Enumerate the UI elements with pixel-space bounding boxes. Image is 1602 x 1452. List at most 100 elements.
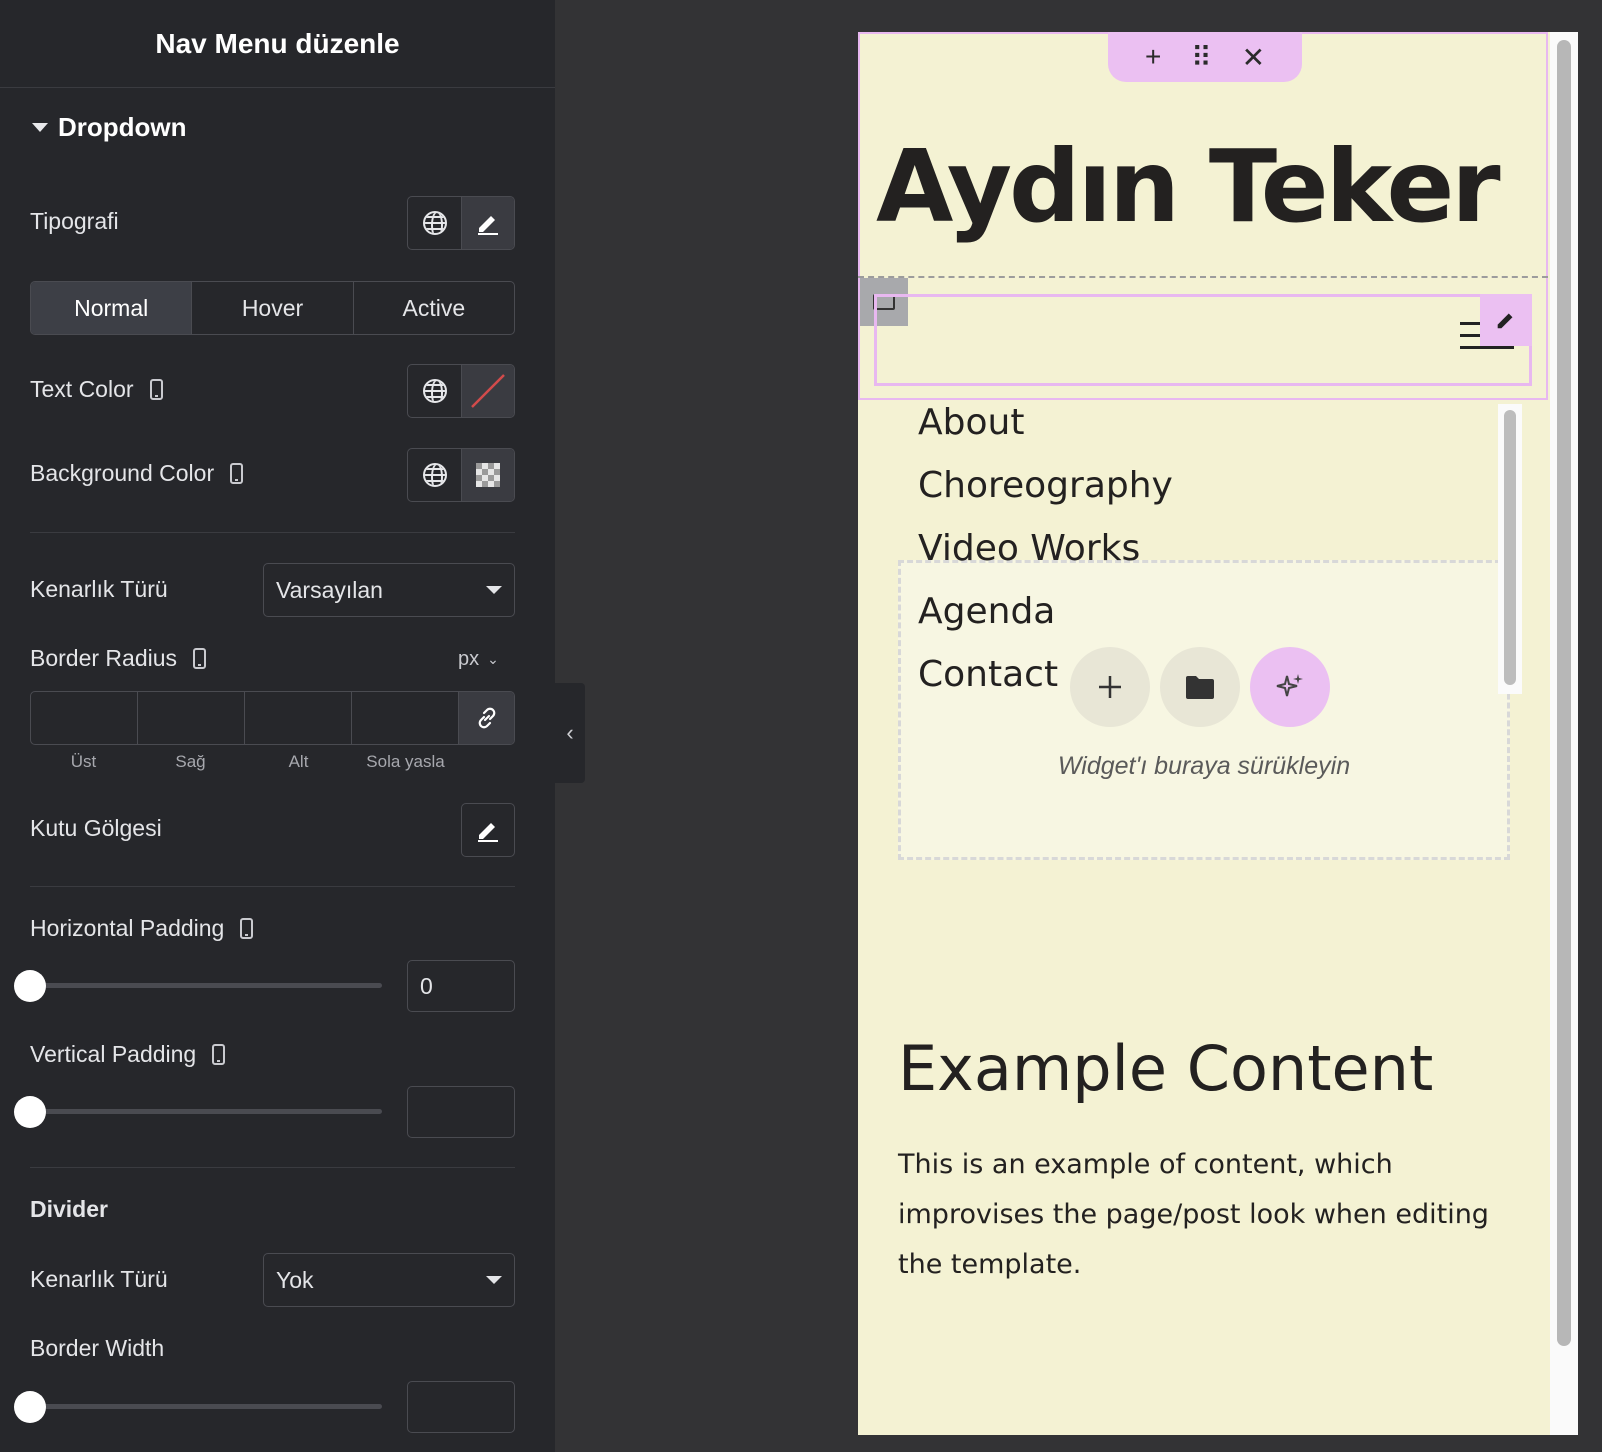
close-icon[interactable]: ✕ (1242, 41, 1265, 74)
drop-hint-text: Widget'ı buraya sürükleyin (1057, 752, 1351, 780)
chevron-down-icon (486, 586, 502, 594)
v-padding-slider-track[interactable] (30, 1109, 382, 1114)
section-dropdown-toggle[interactable]: Dropdown (32, 112, 187, 143)
page-preview: + ⠿ ✕ Aydın Teker About Choreography Vid… (858, 32, 1550, 1435)
preview-scrollbar[interactable] (1550, 32, 1578, 1435)
collapse-panel-button[interactable]: ‹ (555, 683, 585, 783)
divider-line (30, 886, 515, 887)
state-tabs: Normal Hover Active (30, 281, 515, 335)
divider-border-type-value: Yok (276, 1266, 314, 1293)
mobile-device-icon[interactable] (240, 918, 254, 939)
transparent-checker-icon (476, 463, 500, 487)
dim-label-top: Üst (70, 752, 97, 771)
border-width-label: Border Width (30, 1335, 165, 1361)
menu-item-video-works[interactable]: Video Works (918, 528, 1140, 569)
pencil-icon (478, 823, 498, 842)
border-radius-row-label: Border Radius (30, 645, 207, 672)
border-type-label: Kenarlık Türü (30, 576, 168, 602)
v-padding-slider-thumb[interactable] (14, 1096, 46, 1128)
border-radius-label: Border Radius (30, 645, 178, 671)
menu-item-contact[interactable]: Contact (918, 654, 1058, 695)
border-type-select[interactable]: Varsayılan (263, 563, 515, 617)
border-radius-inputs (30, 691, 515, 745)
mobile-device-icon[interactable] (193, 648, 207, 669)
dim-label-right: Sağ (175, 752, 206, 771)
add-section-icon[interactable]: + (1145, 41, 1161, 73)
mobile-device-icon[interactable] (230, 463, 244, 484)
drag-handle-icon[interactable]: ⠿ (1191, 41, 1212, 74)
h-padding-input[interactable]: 0 (407, 960, 515, 1012)
menu-item-about[interactable]: About (918, 402, 1024, 443)
background-color-swatch[interactable] (461, 449, 514, 501)
menu-scrollbar[interactable] (1498, 404, 1522, 694)
global-typography-button[interactable] (408, 197, 461, 249)
v-padding-input[interactable] (407, 1086, 515, 1138)
site-title: Aydın Teker (876, 128, 1501, 245)
background-color-label: Background Color (30, 460, 215, 486)
background-color-controls (407, 448, 515, 502)
sparkle-icon (1276, 674, 1303, 697)
edit-widget-button[interactable] (1480, 294, 1532, 346)
section-toolbar: + ⠿ ✕ (1108, 32, 1302, 82)
radius-left-input[interactable] (352, 692, 459, 744)
v-padding-label: Vertical Padding (30, 1041, 197, 1067)
text-color-swatch[interactable] (461, 365, 514, 417)
nav-widget-outline[interactable] (874, 294, 1532, 386)
divider-border-type-label: Kenarlık Türü (30, 1266, 168, 1292)
globe-icon (422, 211, 447, 235)
text-color-controls (407, 364, 515, 418)
unit-select[interactable]: px ⌄ (458, 648, 499, 671)
example-content-title: Example Content (898, 1032, 1434, 1105)
menu-item-choreography[interactable]: Choreography (918, 465, 1173, 506)
preview-scrollbar-thumb[interactable] (1557, 40, 1571, 1346)
dim-label-bottom: Alt (288, 752, 309, 771)
chevron-down-icon: ⌄ (487, 651, 499, 667)
border-width-slider-thumb[interactable] (14, 1391, 46, 1423)
h-padding-value: 0 (420, 973, 433, 999)
typography-label: Tipografi (30, 208, 119, 234)
border-width-input[interactable] (407, 1381, 515, 1433)
editor-panel: Nav Menu düzenle Dropdown Tipografi Norm… (0, 0, 555, 1452)
link-icon (478, 707, 495, 729)
ai-assistant-button[interactable] (1250, 647, 1330, 727)
typography-controls (407, 196, 515, 250)
radius-bottom-input[interactable] (245, 692, 352, 744)
global-color-button[interactable] (408, 449, 461, 501)
text-color-label: Text Color (30, 376, 134, 402)
mobile-device-icon[interactable] (149, 379, 163, 400)
radius-right-input[interactable] (138, 692, 245, 744)
caret-down-icon (32, 123, 48, 132)
menu-item-agenda[interactable]: Agenda (918, 591, 1055, 632)
h-padding-label: Horizontal Padding (30, 915, 225, 941)
text-color-row-label: Text Color (30, 376, 163, 403)
radius-top-input[interactable] (31, 692, 138, 744)
template-library-button[interactable] (1160, 647, 1240, 727)
edit-box-shadow-button[interactable] (461, 803, 515, 857)
globe-icon (422, 379, 447, 403)
tab-active[interactable]: Active (352, 282, 514, 334)
link-values-button[interactable] (459, 692, 514, 744)
border-width-slider-track[interactable] (30, 1404, 382, 1409)
edit-typography-button[interactable] (461, 197, 514, 249)
unit-value: px (458, 648, 480, 670)
tab-hover[interactable]: Hover (191, 282, 352, 334)
tab-normal[interactable]: Normal (31, 282, 192, 334)
pencil-icon (478, 216, 498, 235)
h-padding-row-label: Horizontal Padding (30, 915, 254, 942)
background-color-row-label: Background Color (30, 460, 244, 487)
divider-heading: Divider (30, 1196, 108, 1222)
panel-header: Nav Menu düzenle (0, 0, 555, 88)
dim-label-left: Sola yasla (366, 752, 445, 771)
mobile-device-icon[interactable] (212, 1044, 226, 1065)
pencil-icon (1497, 313, 1513, 329)
panel-title: Nav Menu düzenle (155, 27, 400, 59)
border-type-value: Varsayılan (276, 576, 383, 603)
add-widget-button[interactable] (1070, 647, 1150, 727)
section-title: Dropdown (58, 112, 187, 142)
folder-icon (1186, 676, 1214, 699)
divider-border-type-select[interactable]: Yok (263, 1253, 515, 1307)
h-padding-slider-track[interactable] (30, 983, 382, 988)
plus-icon (1099, 676, 1121, 698)
h-padding-slider-thumb[interactable] (14, 970, 46, 1002)
global-color-button[interactable] (408, 365, 461, 417)
